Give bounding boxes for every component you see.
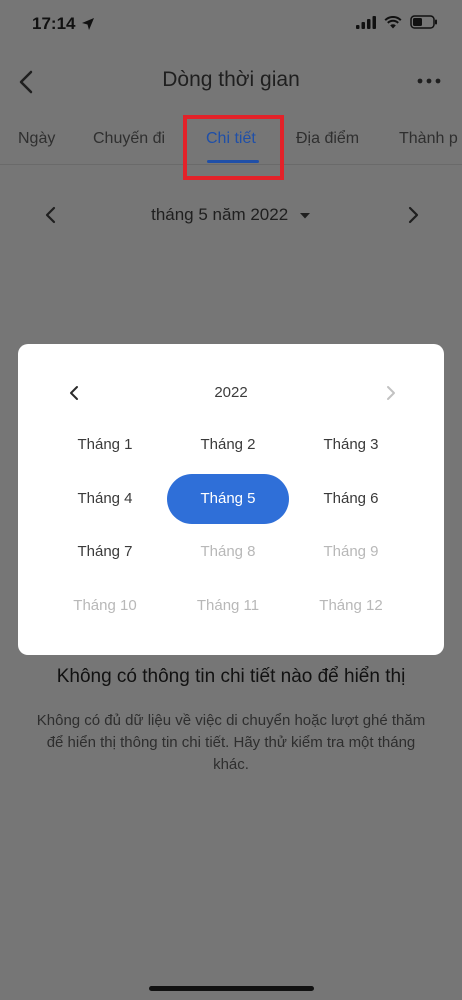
battery-icon [410,15,437,29]
month-option-10: Tháng 10 [73,597,137,614]
location-arrow-icon [82,18,95,30]
month-selector[interactable]: tháng 5 năm 2022 [0,205,462,225]
status-bar-icons [356,15,438,29]
status-bar-time: 17:14 [32,14,95,34]
next-month-button[interactable] [402,204,424,226]
month-option-7[interactable]: Tháng 7 [44,527,166,577]
tab-thanh-pho[interactable]: Thành p [399,130,458,148]
wifi-icon [384,15,402,28]
annotation-highlight-box [183,115,284,180]
more-options-button[interactable] [414,68,444,94]
month-option-2[interactable]: Tháng 2 [167,420,289,470]
more-horizontal-icon [417,78,441,84]
tab-chuyen-di[interactable]: Chuyến đi [93,130,165,148]
clock-text: 17:14 [32,14,76,33]
next-year-button[interactable] [380,382,402,404]
signal-icon [356,15,376,29]
month-option-11: Tháng 11 [196,597,260,614]
home-indicator [149,986,314,991]
tab-ngay[interactable]: Ngày [18,130,55,148]
month-option-12: Tháng 12 [319,597,383,614]
caret-down-icon [299,212,310,219]
empty-state-message: Không có đủ dữ liệu về việc di chuyển ho… [36,712,426,773]
month-selector-label: tháng 5 năm 2022 [151,205,289,224]
month-option-4[interactable]: Tháng 4 [44,474,166,524]
month-option-1[interactable]: Tháng 1 [44,420,166,470]
tab-dia-diem[interactable]: Địa điểm [296,130,359,148]
month-picker-dialog: 2022 Tháng 1 Tháng 2 Tháng 3 Tháng 4 Tháng 5… [18,344,444,655]
month-option-6[interactable]: Tháng 6 [290,474,412,524]
empty-state-title: Không có thông tin chi tiết nào để hiển … [56,666,406,687]
month-option-5[interactable]: Tháng 5 [167,474,289,524]
page-title: Dòng thời gian [162,68,300,91]
month-option-8: Tháng 8 [200,543,256,560]
month-option-9: Tháng 9 [323,543,379,560]
month-option-3[interactable]: Tháng 3 [290,420,412,470]
chevron-right-icon [408,206,419,224]
chevron-right-icon [387,386,395,400]
